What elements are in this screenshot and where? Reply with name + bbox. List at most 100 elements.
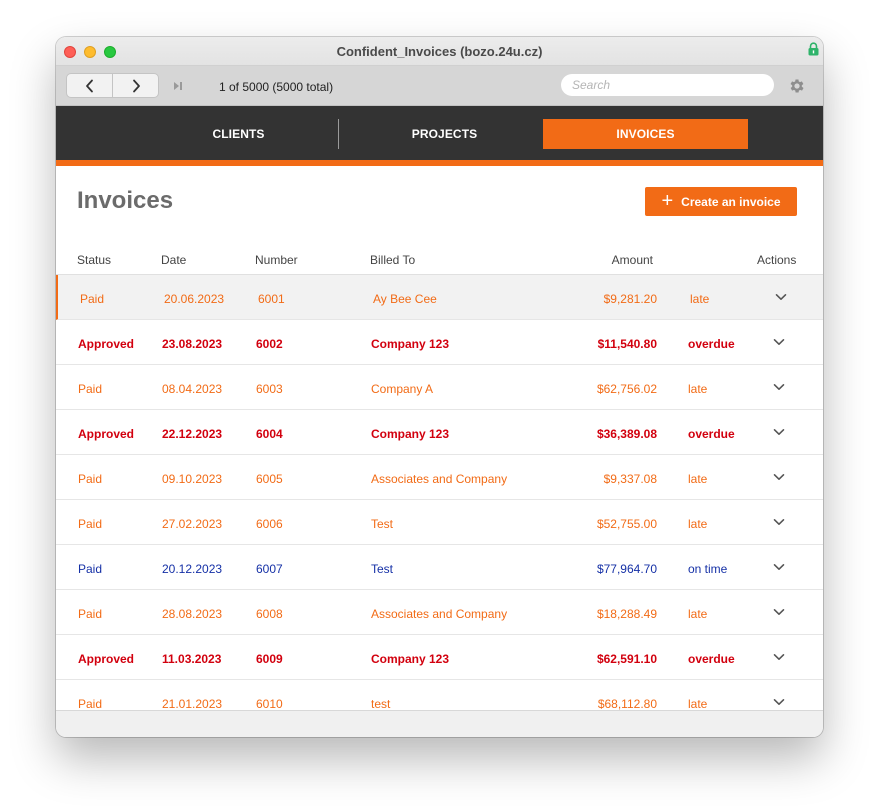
create-invoice-label: Create an invoice bbox=[681, 194, 781, 209]
amount-cell: $9,337.08 bbox=[603, 472, 657, 486]
billed-to-cell: Ay Bee Cee bbox=[373, 292, 437, 306]
column-header-date[interactable]: Date bbox=[161, 253, 186, 267]
billed-to-cell: Test bbox=[371, 517, 394, 531]
tab-divider bbox=[338, 119, 339, 149]
chevron-down-icon[interactable] bbox=[773, 471, 785, 483]
tab-invoices[interactable]: INVOICES bbox=[543, 119, 748, 149]
billed-to-cell: Associates and Company bbox=[371, 472, 508, 486]
next-record-button[interactable] bbox=[112, 74, 158, 97]
date-cell: 09.10.2023 bbox=[162, 472, 223, 486]
billed-to-cell: Test bbox=[371, 562, 394, 576]
date-cell: 23.08.2023 bbox=[162, 337, 223, 351]
page-title: Invoices bbox=[77, 187, 174, 214]
timing-cell: late bbox=[690, 292, 710, 306]
number-cell: 6008 bbox=[256, 607, 283, 621]
billed-to-cell: Company A bbox=[371, 382, 434, 396]
timing-cell: on time bbox=[688, 562, 728, 576]
amount-cell: $68,112.80 bbox=[597, 697, 657, 710]
gear-icon[interactable] bbox=[788, 77, 806, 95]
column-header-status[interactable]: Status bbox=[77, 253, 111, 267]
table-row[interactable]: Paid 21.01.2023 6010 test $68,112.80 lat… bbox=[56, 680, 823, 710]
table-row[interactable]: Approved 22.12.2023 6004 Company 123 $36… bbox=[56, 410, 823, 455]
amount-cell: $36,389.08 bbox=[596, 427, 657, 441]
status-cell: Paid bbox=[78, 607, 103, 621]
number-cell: 6001 bbox=[258, 292, 285, 306]
billed-to-cell: Company 123 bbox=[371, 427, 450, 441]
table-row[interactable]: Paid 20.06.2023 6001 Ay Bee Cee $9,281.2… bbox=[56, 275, 823, 320]
number-cell: 6007 bbox=[256, 562, 283, 576]
date-cell: 22.12.2023 bbox=[162, 427, 223, 441]
search-input[interactable] bbox=[561, 74, 774, 96]
amount-cell: $11,540.80 bbox=[597, 337, 657, 351]
invoice-list: Paid 20.06.2023 6001 Ay Bee Cee $9,281.2… bbox=[56, 275, 823, 710]
chevron-down-icon[interactable] bbox=[773, 651, 785, 663]
timing-cell: overdue bbox=[688, 652, 735, 666]
chevron-down-icon[interactable] bbox=[773, 606, 785, 618]
number-cell: 6010 bbox=[256, 697, 283, 710]
table-row[interactable]: Paid 08.04.2023 6003 Company A $62,756.0… bbox=[56, 365, 823, 410]
column-header-number[interactable]: Number bbox=[255, 253, 298, 267]
date-cell: 11.03.2023 bbox=[162, 652, 222, 666]
title-bar: Confident_Invoices (bozo.24u.cz) bbox=[56, 37, 823, 66]
column-header-amount[interactable]: Amount bbox=[612, 253, 653, 267]
chevron-down-icon[interactable] bbox=[773, 516, 785, 528]
chevron-left-icon bbox=[85, 79, 93, 92]
date-cell: 20.12.2023 bbox=[162, 562, 223, 576]
chevron-down-icon[interactable] bbox=[773, 426, 785, 438]
timing-cell: late bbox=[688, 517, 708, 531]
last-record-icon[interactable] bbox=[171, 79, 185, 93]
date-cell: 21.01.2023 bbox=[162, 697, 223, 710]
table-row[interactable]: Paid 09.10.2023 6005 Associates and Comp… bbox=[56, 455, 823, 500]
amount-cell: $62,756.02 bbox=[596, 382, 657, 396]
chevron-down-icon[interactable] bbox=[773, 336, 785, 348]
plus-icon: + bbox=[661, 189, 674, 212]
lock-icon bbox=[808, 42, 819, 56]
status-cell: Paid bbox=[78, 382, 103, 396]
amount-cell: $77,964.70 bbox=[596, 562, 657, 576]
number-cell: 6009 bbox=[256, 652, 283, 666]
billed-to-cell: test bbox=[371, 697, 391, 710]
timing-cell: late bbox=[688, 607, 708, 621]
timing-cell: overdue bbox=[688, 427, 735, 441]
number-cell: 6005 bbox=[256, 472, 283, 486]
table-row[interactable]: Paid 27.02.2023 6006 Test $52,755.00 lat… bbox=[56, 500, 823, 545]
column-header-actions: Actions bbox=[757, 253, 797, 267]
billed-to-cell: Company 123 bbox=[371, 337, 450, 351]
date-cell: 08.04.2023 bbox=[162, 382, 223, 396]
amount-cell: $18,288.49 bbox=[596, 607, 657, 621]
column-header-billed-to[interactable]: Billed To bbox=[370, 253, 415, 267]
number-cell: 6006 bbox=[256, 517, 283, 531]
status-cell: Paid bbox=[78, 562, 103, 576]
chevron-down-icon[interactable] bbox=[775, 291, 787, 303]
app-window: Confident_Invoices (bozo.24u.cz) 1 of 50… bbox=[56, 37, 823, 737]
chevron-down-icon[interactable] bbox=[773, 696, 785, 708]
window-title: Confident_Invoices (bozo.24u.cz) bbox=[336, 44, 543, 59]
main-tabs: CLIENTS PROJECTS INVOICES bbox=[56, 106, 823, 160]
status-cell: Approved bbox=[78, 427, 135, 441]
status-cell: Paid bbox=[78, 517, 103, 531]
date-cell: 27.02.2023 bbox=[162, 517, 223, 531]
billed-to-cell: Company 123 bbox=[371, 652, 450, 666]
chevron-right-icon bbox=[132, 79, 140, 92]
amount-cell: $52,755.00 bbox=[596, 517, 657, 531]
chevron-down-icon[interactable] bbox=[773, 381, 785, 393]
status-cell: Approved bbox=[78, 652, 135, 666]
table-row[interactable]: Paid 28.08.2023 6008 Associates and Comp… bbox=[56, 590, 823, 635]
tab-projects[interactable]: PROJECTS bbox=[342, 119, 547, 149]
status-footer bbox=[56, 710, 823, 737]
tab-clients[interactable]: CLIENTS bbox=[136, 119, 341, 149]
record-nav bbox=[66, 73, 159, 98]
create-invoice-button[interactable]: + Create an invoice bbox=[645, 187, 797, 216]
record-count: 1 of 5000 (5000 total) bbox=[219, 80, 334, 94]
date-cell: 28.08.2023 bbox=[162, 607, 223, 621]
date-cell: 20.06.2023 bbox=[164, 292, 225, 306]
chevron-down-icon[interactable] bbox=[773, 561, 785, 573]
table-row[interactable]: Approved 23.08.2023 6002 Company 123 $11… bbox=[56, 320, 823, 365]
status-cell: Paid bbox=[78, 472, 103, 486]
timing-cell: late bbox=[688, 472, 708, 486]
previous-record-button[interactable] bbox=[67, 74, 112, 97]
table-row[interactable]: Approved 11.03.2023 6009 Company 123 $62… bbox=[56, 635, 823, 680]
table-row[interactable]: Paid 20.12.2023 6007 Test $77,964.70 on … bbox=[56, 545, 823, 590]
toolbar: 1 of 5000 (5000 total) bbox=[56, 66, 823, 106]
status-cell: Paid bbox=[80, 292, 105, 306]
